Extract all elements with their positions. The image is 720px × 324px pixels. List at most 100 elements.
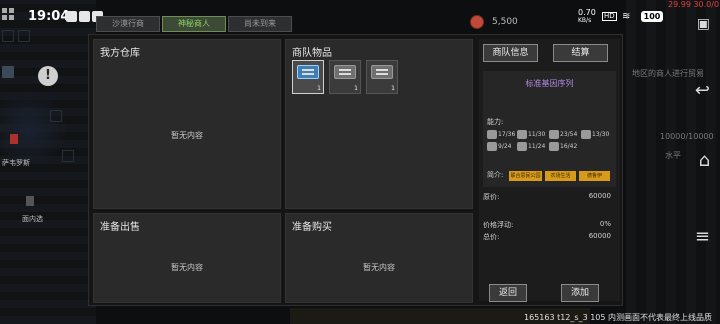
warning-icon[interactable]: ! bbox=[38, 66, 58, 86]
notification-icon bbox=[66, 11, 77, 22]
buy-panel: 准备购买 暂无内容 bbox=[285, 213, 473, 303]
sell-panel: 准备出售 暂无内容 bbox=[93, 213, 281, 303]
caravan-items-panel: 商队物品 1 1 1 bbox=[285, 39, 473, 209]
ability-stat: 17/36 bbox=[487, 130, 515, 139]
item-slot[interactable]: 1 bbox=[329, 60, 361, 94]
debug-fps: 29.99 30.0/0 bbox=[668, 0, 720, 9]
ability-stat: 11/30 bbox=[517, 130, 545, 139]
panel-title: 准备购买 bbox=[292, 222, 332, 233]
price-value: 60000 bbox=[588, 192, 611, 200]
floor-tile bbox=[62, 150, 74, 162]
item-card: 标准基因序列 能力: 17/36 11/30 23/54 13/30 9/24 … bbox=[483, 71, 616, 187]
ability-value: 13/30 bbox=[592, 131, 610, 138]
status-clock: 19:04 bbox=[28, 9, 70, 24]
price-float-value: 0% bbox=[599, 220, 611, 228]
npc-icon bbox=[10, 134, 18, 144]
menu-icon[interactable]: ≡ bbox=[695, 226, 710, 247]
home-icon[interactable]: ⌂ bbox=[699, 150, 710, 171]
price-float-label: 价格浮动: bbox=[483, 221, 514, 229]
item-slot[interactable]: 1 bbox=[366, 60, 398, 94]
trade-hint: 地区的商人进行贸易 bbox=[632, 69, 704, 78]
counter-text: 10000/10000 bbox=[660, 132, 714, 141]
back-arrow-icon[interactable]: ↩ bbox=[695, 80, 710, 101]
ability-stat: 11/24 bbox=[517, 142, 545, 151]
item-quantity: 1 bbox=[317, 85, 321, 92]
item-name: 标准基因序列 bbox=[525, 79, 574, 88]
wifi-icon: ≋ bbox=[622, 11, 631, 22]
ability-value: 11/24 bbox=[528, 143, 546, 150]
map-marker-icon bbox=[2, 66, 14, 78]
ability-value: 11/30 bbox=[528, 131, 546, 138]
ability-stat: 23/54 bbox=[549, 130, 577, 139]
level-label: 水平 bbox=[665, 151, 681, 160]
hand-icon bbox=[517, 142, 527, 151]
gene-sequence-icon bbox=[371, 65, 393, 79]
ability-value: 9/24 bbox=[498, 143, 512, 150]
currency-display: 5,500 bbox=[470, 15, 518, 29]
npc-icon bbox=[26, 196, 34, 206]
trait-tag: 农场生活 bbox=[545, 171, 576, 181]
ability-label: 能力: bbox=[487, 118, 504, 126]
gene-sequence-icon bbox=[297, 65, 319, 79]
trade-window: 我方仓库 暂无内容 商队物品 1 1 1 准备出售 暂无内容 准备购买 暂无内容 bbox=[88, 34, 623, 306]
floor-tile bbox=[50, 110, 62, 122]
app-icon bbox=[79, 11, 90, 22]
agility-icon bbox=[549, 130, 559, 139]
network-speed-value: 0.70 bbox=[578, 8, 596, 17]
item-quantity: 1 bbox=[354, 85, 358, 92]
ability-stat: 9/24 bbox=[487, 142, 511, 151]
item-slot[interactable]: 1 bbox=[292, 60, 324, 94]
tab-desert-merchant[interactable]: 沙漠行商 bbox=[96, 16, 160, 32]
price-float-row: 价格浮动: 0% bbox=[483, 220, 611, 230]
coin-icon bbox=[470, 15, 484, 29]
floor-tile bbox=[18, 30, 30, 42]
network-speed-unit: KB/s bbox=[578, 17, 592, 24]
grid-menu-icon[interactable] bbox=[2, 8, 14, 20]
empty-message: 暂无内容 bbox=[171, 131, 203, 140]
strength-icon bbox=[487, 130, 497, 139]
trait-tag: 德鲁伊 bbox=[579, 171, 610, 181]
tools-icon bbox=[581, 130, 591, 139]
network-speed: 0.70 KB/s bbox=[578, 9, 596, 25]
currency-value: 5,500 bbox=[492, 17, 518, 27]
ability-value: 16/42 bbox=[560, 143, 578, 150]
ability-value: 23/54 bbox=[560, 131, 578, 138]
price-row: 原价: 60000 bbox=[483, 192, 611, 202]
panel-title: 准备出售 bbox=[100, 222, 140, 233]
floor-tile bbox=[2, 30, 14, 42]
item-quantity: 1 bbox=[391, 85, 395, 92]
settle-button[interactable]: 结算 bbox=[553, 44, 608, 62]
total-value: 60000 bbox=[588, 232, 611, 240]
ability-stat: 13/30 bbox=[581, 130, 609, 139]
hd-badge: HD bbox=[602, 12, 617, 21]
trait-tag: 联合思民公园 bbox=[509, 171, 542, 181]
book-icon bbox=[517, 130, 527, 139]
ability-stat: 16/42 bbox=[549, 142, 577, 151]
add-button[interactable]: 添加 bbox=[561, 284, 599, 302]
total-label: 总价: bbox=[483, 233, 500, 241]
price-label: 原价: bbox=[483, 193, 500, 201]
battery-icon: 100 bbox=[641, 11, 663, 22]
empty-message: 暂无内容 bbox=[363, 263, 395, 272]
merchant-tabs: 沙漠行商 神秘商人 尚未到来 bbox=[96, 16, 292, 32]
npc-label: 面内选 bbox=[22, 215, 43, 223]
tab-mystery-merchant[interactable]: 神秘商人 bbox=[162, 16, 226, 32]
gene-sequence-icon bbox=[334, 65, 356, 79]
image-icon[interactable]: ▣ bbox=[697, 16, 710, 32]
empty-message: 暂无内容 bbox=[171, 263, 203, 272]
tab-not-arrived[interactable]: 尚未到来 bbox=[228, 16, 292, 32]
mind-icon bbox=[549, 142, 559, 151]
npc-label: 萨韦罗斯 bbox=[2, 159, 30, 167]
panel-title: 商队物品 bbox=[292, 48, 332, 59]
ability-value: 17/36 bbox=[498, 131, 516, 138]
item-slots: 1 1 1 bbox=[292, 60, 398, 94]
warehouse-panel: 我方仓库 暂无内容 bbox=[93, 39, 281, 209]
build-info: 165163 t12_s_3 105 内测画面不代表最终上线品质 bbox=[524, 313, 713, 322]
item-detail-panel: 商队信息 结算 标准基因序列 能力: 17/36 11/30 23/54 13/… bbox=[479, 39, 620, 302]
leaf-icon bbox=[487, 142, 497, 151]
caravan-info-button[interactable]: 商队信息 bbox=[483, 44, 538, 62]
intro-label: 简介: bbox=[487, 171, 504, 179]
back-button[interactable]: 返回 bbox=[489, 284, 527, 302]
panel-title: 我方仓库 bbox=[100, 48, 140, 59]
total-row: 总价: 60000 bbox=[483, 232, 611, 242]
